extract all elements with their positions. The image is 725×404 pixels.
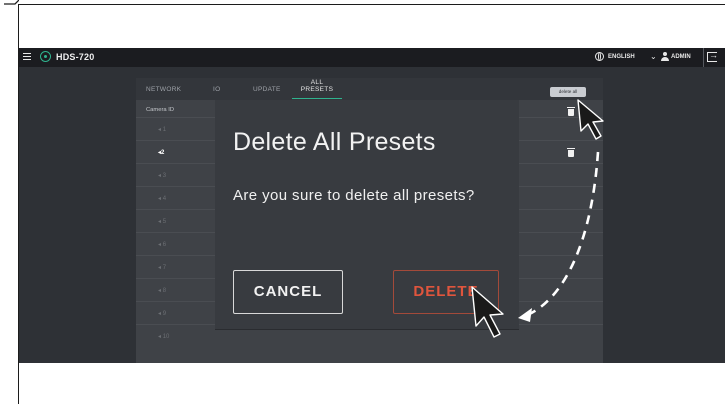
document-fold-bottom-icon <box>18 362 19 404</box>
app-window: HDS-720 ENGLISH ⌄ ADMIN NETWORK IO UPDAT… <box>19 48 725 363</box>
row-label: ◂ 3 <box>158 173 167 179</box>
user-name[interactable]: ADMIN <box>671 54 691 60</box>
delete-button[interactable]: DELETE <box>393 270 499 314</box>
row-label: ◂ 7 <box>158 265 167 271</box>
tab-all-presets[interactable]: ALL PRESETS <box>296 79 338 93</box>
camera-id-header: Camera ID <box>146 107 175 113</box>
brand-name: HDS-720 <box>56 52 95 62</box>
dialog-title: Delete All Presets <box>233 128 436 156</box>
tab-io[interactable]: IO <box>213 86 220 93</box>
divider <box>703 48 704 67</box>
row-label: ◂ 1 <box>158 127 167 133</box>
document-fold-icon <box>4 0 19 5</box>
tab-update[interactable]: UPDATE <box>253 86 281 93</box>
cancel-button[interactable]: CANCEL <box>233 270 343 314</box>
user-icon[interactable] <box>660 52 669 62</box>
row-label: ◂ 8 <box>158 288 167 294</box>
tab-network[interactable]: NETWORK <box>146 86 181 93</box>
globe-icon[interactable] <box>595 52 604 61</box>
row-label: ◂ 5 <box>158 219 167 225</box>
row-label: ◂ 4 <box>158 196 167 202</box>
tab-all-presets-line2: PRESETS <box>300 85 334 93</box>
top-bar: HDS-720 ENGLISH ⌄ ADMIN <box>19 48 725 67</box>
row-label: ◂ 10 <box>158 334 170 340</box>
delete-all-button[interactable]: delete all <box>550 87 586 97</box>
trash-icon[interactable] <box>567 107 575 116</box>
tab-bar: NETWORK IO UPDATE ALL PRESETS delete all <box>136 78 603 100</box>
logo-icon <box>40 51 51 62</box>
tutorial-stage: HDS-720 ENGLISH ⌄ ADMIN NETWORK IO UPDAT… <box>0 0 725 404</box>
chevron-down-icon[interactable]: ⌄ <box>650 52 657 61</box>
row-label: ◂ 9 <box>158 311 167 317</box>
confirm-dialog: Delete All Presets Are you sure to delet… <box>215 100 519 330</box>
menu-icon[interactable] <box>23 53 31 61</box>
row-label: ◂ 6 <box>158 242 167 248</box>
dialog-message: Are you sure to delete all presets? <box>233 187 475 204</box>
document-spine <box>4 4 19 404</box>
logout-icon[interactable] <box>707 50 718 62</box>
language-selector[interactable]: ENGLISH <box>608 54 635 60</box>
row-label: ◂2 <box>158 150 165 156</box>
trash-icon[interactable] <box>567 148 575 157</box>
